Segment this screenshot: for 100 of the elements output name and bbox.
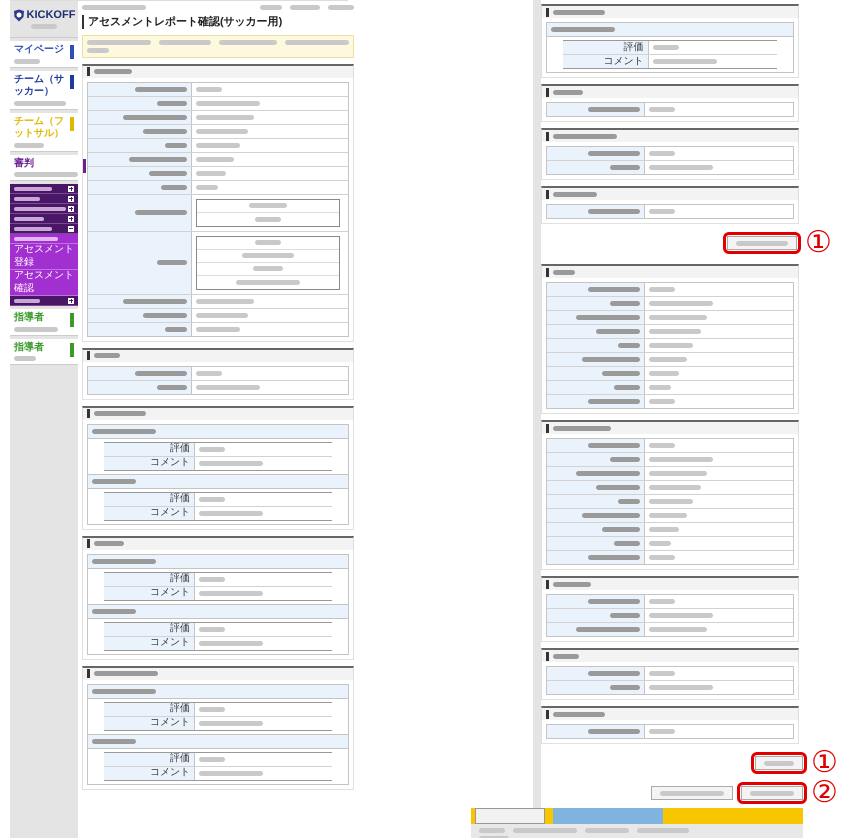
sidebar-card-title: 指導者 — [14, 312, 45, 324]
sidebar-card[interactable]: 指導者 — [10, 309, 78, 336]
blurred-text — [649, 457, 714, 462]
sidebar-card[interactable]: マイページ — [10, 41, 78, 68]
blurred-text — [328, 5, 354, 10]
blurred-text — [260, 5, 282, 10]
blurred-text — [135, 86, 187, 92]
field-label: コメント — [150, 638, 190, 648]
blurred-text — [649, 627, 708, 632]
blurred-text — [199, 706, 226, 712]
blurred-text — [82, 5, 146, 10]
blurred-text — [196, 142, 240, 148]
blurred-text — [196, 114, 254, 120]
blurred-text — [14, 142, 44, 148]
blurred-text — [610, 301, 640, 306]
blurred-text — [199, 640, 264, 646]
blurred-text — [602, 527, 640, 532]
annotation-number: ① — [811, 748, 839, 778]
blurred-text — [14, 196, 40, 200]
menu-item[interactable] — [10, 184, 78, 194]
menu-item[interactable] — [10, 224, 78, 234]
menu-item[interactable] — [10, 204, 78, 214]
blurred-text — [649, 527, 680, 532]
blurred-text — [479, 828, 505, 833]
blurred-text — [618, 499, 640, 504]
blurred-text — [161, 184, 187, 190]
blurred-text — [660, 790, 724, 796]
blurred-text — [649, 315, 708, 320]
sidebar-card[interactable]: チーム（サッカー） — [10, 70, 78, 110]
blurred-text — [157, 260, 187, 265]
menu-item[interactable] — [10, 296, 78, 306]
blurred-text — [92, 608, 136, 614]
blurred-text — [219, 40, 277, 44]
blurred-text — [92, 478, 136, 484]
blurred-text — [14, 58, 40, 64]
blurred-text — [199, 626, 226, 632]
blurred-text — [553, 270, 575, 274]
section-marker-icon — [546, 190, 549, 198]
menu-item[interactable] — [10, 214, 78, 224]
blurred-text — [196, 128, 248, 134]
blurred-text — [582, 513, 640, 518]
blurred-text — [135, 370, 187, 376]
section-marker-icon — [87, 409, 90, 418]
blurred-text — [588, 209, 640, 214]
blurred-text — [764, 760, 794, 766]
blurred-text — [255, 216, 281, 222]
field-label: 評価 — [624, 42, 644, 52]
blurred-text — [553, 90, 583, 94]
blurred-text — [199, 460, 264, 466]
field-label: コメント — [604, 56, 644, 66]
blurred-text — [92, 428, 156, 434]
blurred-text — [14, 216, 44, 220]
blurred-text — [649, 729, 676, 734]
blurred-text — [614, 541, 640, 546]
submenu-label: アセスメント確認 — [14, 270, 74, 295]
blurred-text — [649, 485, 702, 490]
field-label: コメント — [150, 588, 190, 598]
blurred-text — [196, 156, 234, 162]
blurred-text — [159, 40, 211, 44]
sidebar-card-title: マイページ — [14, 44, 65, 56]
blurred-text — [649, 329, 702, 334]
blurred-text — [649, 555, 676, 560]
blurred-text — [236, 280, 300, 284]
blurred-text — [255, 240, 281, 245]
sidebar-card[interactable]: 指導者 — [10, 338, 78, 365]
blurred-text — [242, 253, 294, 258]
logo-text: KICKOFF — [26, 10, 76, 21]
submenu-item[interactable]: アセスメント確認 — [10, 270, 78, 296]
blurred-text — [253, 266, 283, 271]
blurred-text — [94, 541, 124, 546]
field-label: 評価 — [170, 624, 190, 634]
blurred-text — [14, 326, 58, 332]
menu-item[interactable] — [10, 194, 78, 204]
blurred-text — [649, 165, 714, 170]
section-marker-icon — [546, 132, 549, 140]
blurred-text — [94, 353, 120, 358]
blurred-text — [157, 384, 187, 390]
blurred-text — [157, 100, 187, 106]
annotation-number: ② — [811, 778, 839, 808]
field-label: コメント — [150, 768, 190, 778]
blurred-text — [582, 357, 640, 362]
blurred-text — [610, 613, 640, 618]
blurred-text — [196, 100, 260, 106]
blurred-text — [610, 165, 640, 170]
blurred-text — [94, 69, 132, 74]
blurred-text — [652, 59, 717, 64]
blurred-text — [610, 685, 640, 690]
blurred-text — [585, 828, 629, 833]
blurred-text — [750, 790, 794, 796]
section-marker-icon — [87, 669, 90, 678]
blurred-text — [618, 343, 640, 348]
field-label: コメント — [150, 458, 190, 468]
blurred-text — [588, 399, 640, 404]
blurred-text — [92, 738, 136, 744]
blurred-text — [649, 685, 714, 690]
section-marker-icon — [546, 88, 549, 96]
blurred-text — [513, 828, 577, 833]
submenu-item[interactable]: アセスメント登録 — [10, 244, 78, 270]
section-marker-icon — [546, 268, 549, 276]
section-marker-icon — [87, 351, 90, 360]
